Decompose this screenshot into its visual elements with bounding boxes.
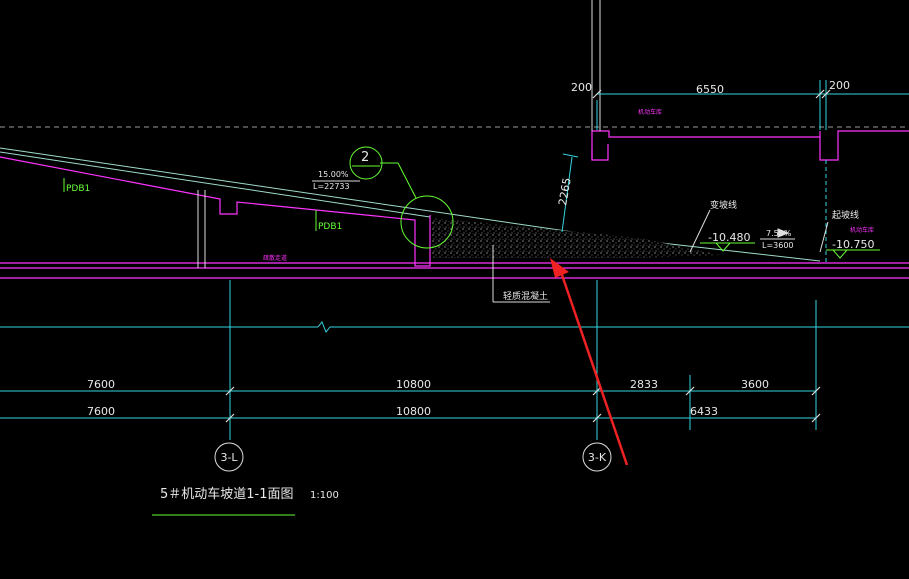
label-change-slope-line: 变坡线 [710, 199, 737, 211]
dim-row2-0: 7600 [87, 405, 115, 418]
label-room-right: 机动车库 [850, 226, 874, 234]
dim-row2-2: 6433 [690, 405, 718, 418]
dim-row1-3: 3600 [741, 378, 769, 391]
label-pdb1-mid: PDB1 [318, 222, 342, 232]
label-room-top: 机动车库 [638, 108, 662, 116]
axis-lines [0, 80, 909, 440]
detail-number: 2 [361, 150, 369, 165]
dim-top-mid: 6550 [696, 83, 724, 96]
dim-row1-1: 10800 [396, 378, 431, 391]
lower-slope-length: L=3600 [762, 241, 794, 250]
drawing-title: 5＃机动车坡道1-1面图 [160, 486, 294, 502]
dim-top-right: 200 [829, 79, 850, 92]
lower-slope-percent: 7.50% [766, 229, 792, 238]
dim-2265: 2265 [556, 177, 574, 207]
wall-lines [197, 0, 601, 268]
dim-row1-0: 7600 [87, 378, 115, 391]
label-lightweight-concrete: 轻质混凝土 [503, 290, 548, 302]
slope-surface [0, 147, 821, 262]
dim-row1-2: 2833 [630, 378, 658, 391]
upper-slope-percent: 15.00% [318, 170, 349, 179]
red-annotation-arrow [550, 258, 629, 466]
axis-label-left: 3-L [220, 451, 238, 464]
lightweight-concrete-fill [432, 218, 720, 258]
label-pdb1-left: PDB1 [66, 184, 90, 194]
label-room-left: 疏散走道 [263, 254, 287, 262]
dim-row2-1: 10800 [396, 405, 431, 418]
label-start-slope-line: 起坡线 [832, 209, 859, 221]
drawing-scale: 1:100 [310, 490, 339, 501]
elevation-2: -10.750 [832, 238, 874, 251]
elevation-1: -10.480 [708, 231, 750, 244]
axis-label-right: 3-K [588, 451, 607, 464]
dim-top-left: 200 [571, 81, 592, 94]
upper-slope-length: L=22733 [313, 182, 350, 191]
cad-section-drawing: 2 15.00% L=22733 7.50% L=3600 -10.480 -1… [0, 0, 909, 516]
